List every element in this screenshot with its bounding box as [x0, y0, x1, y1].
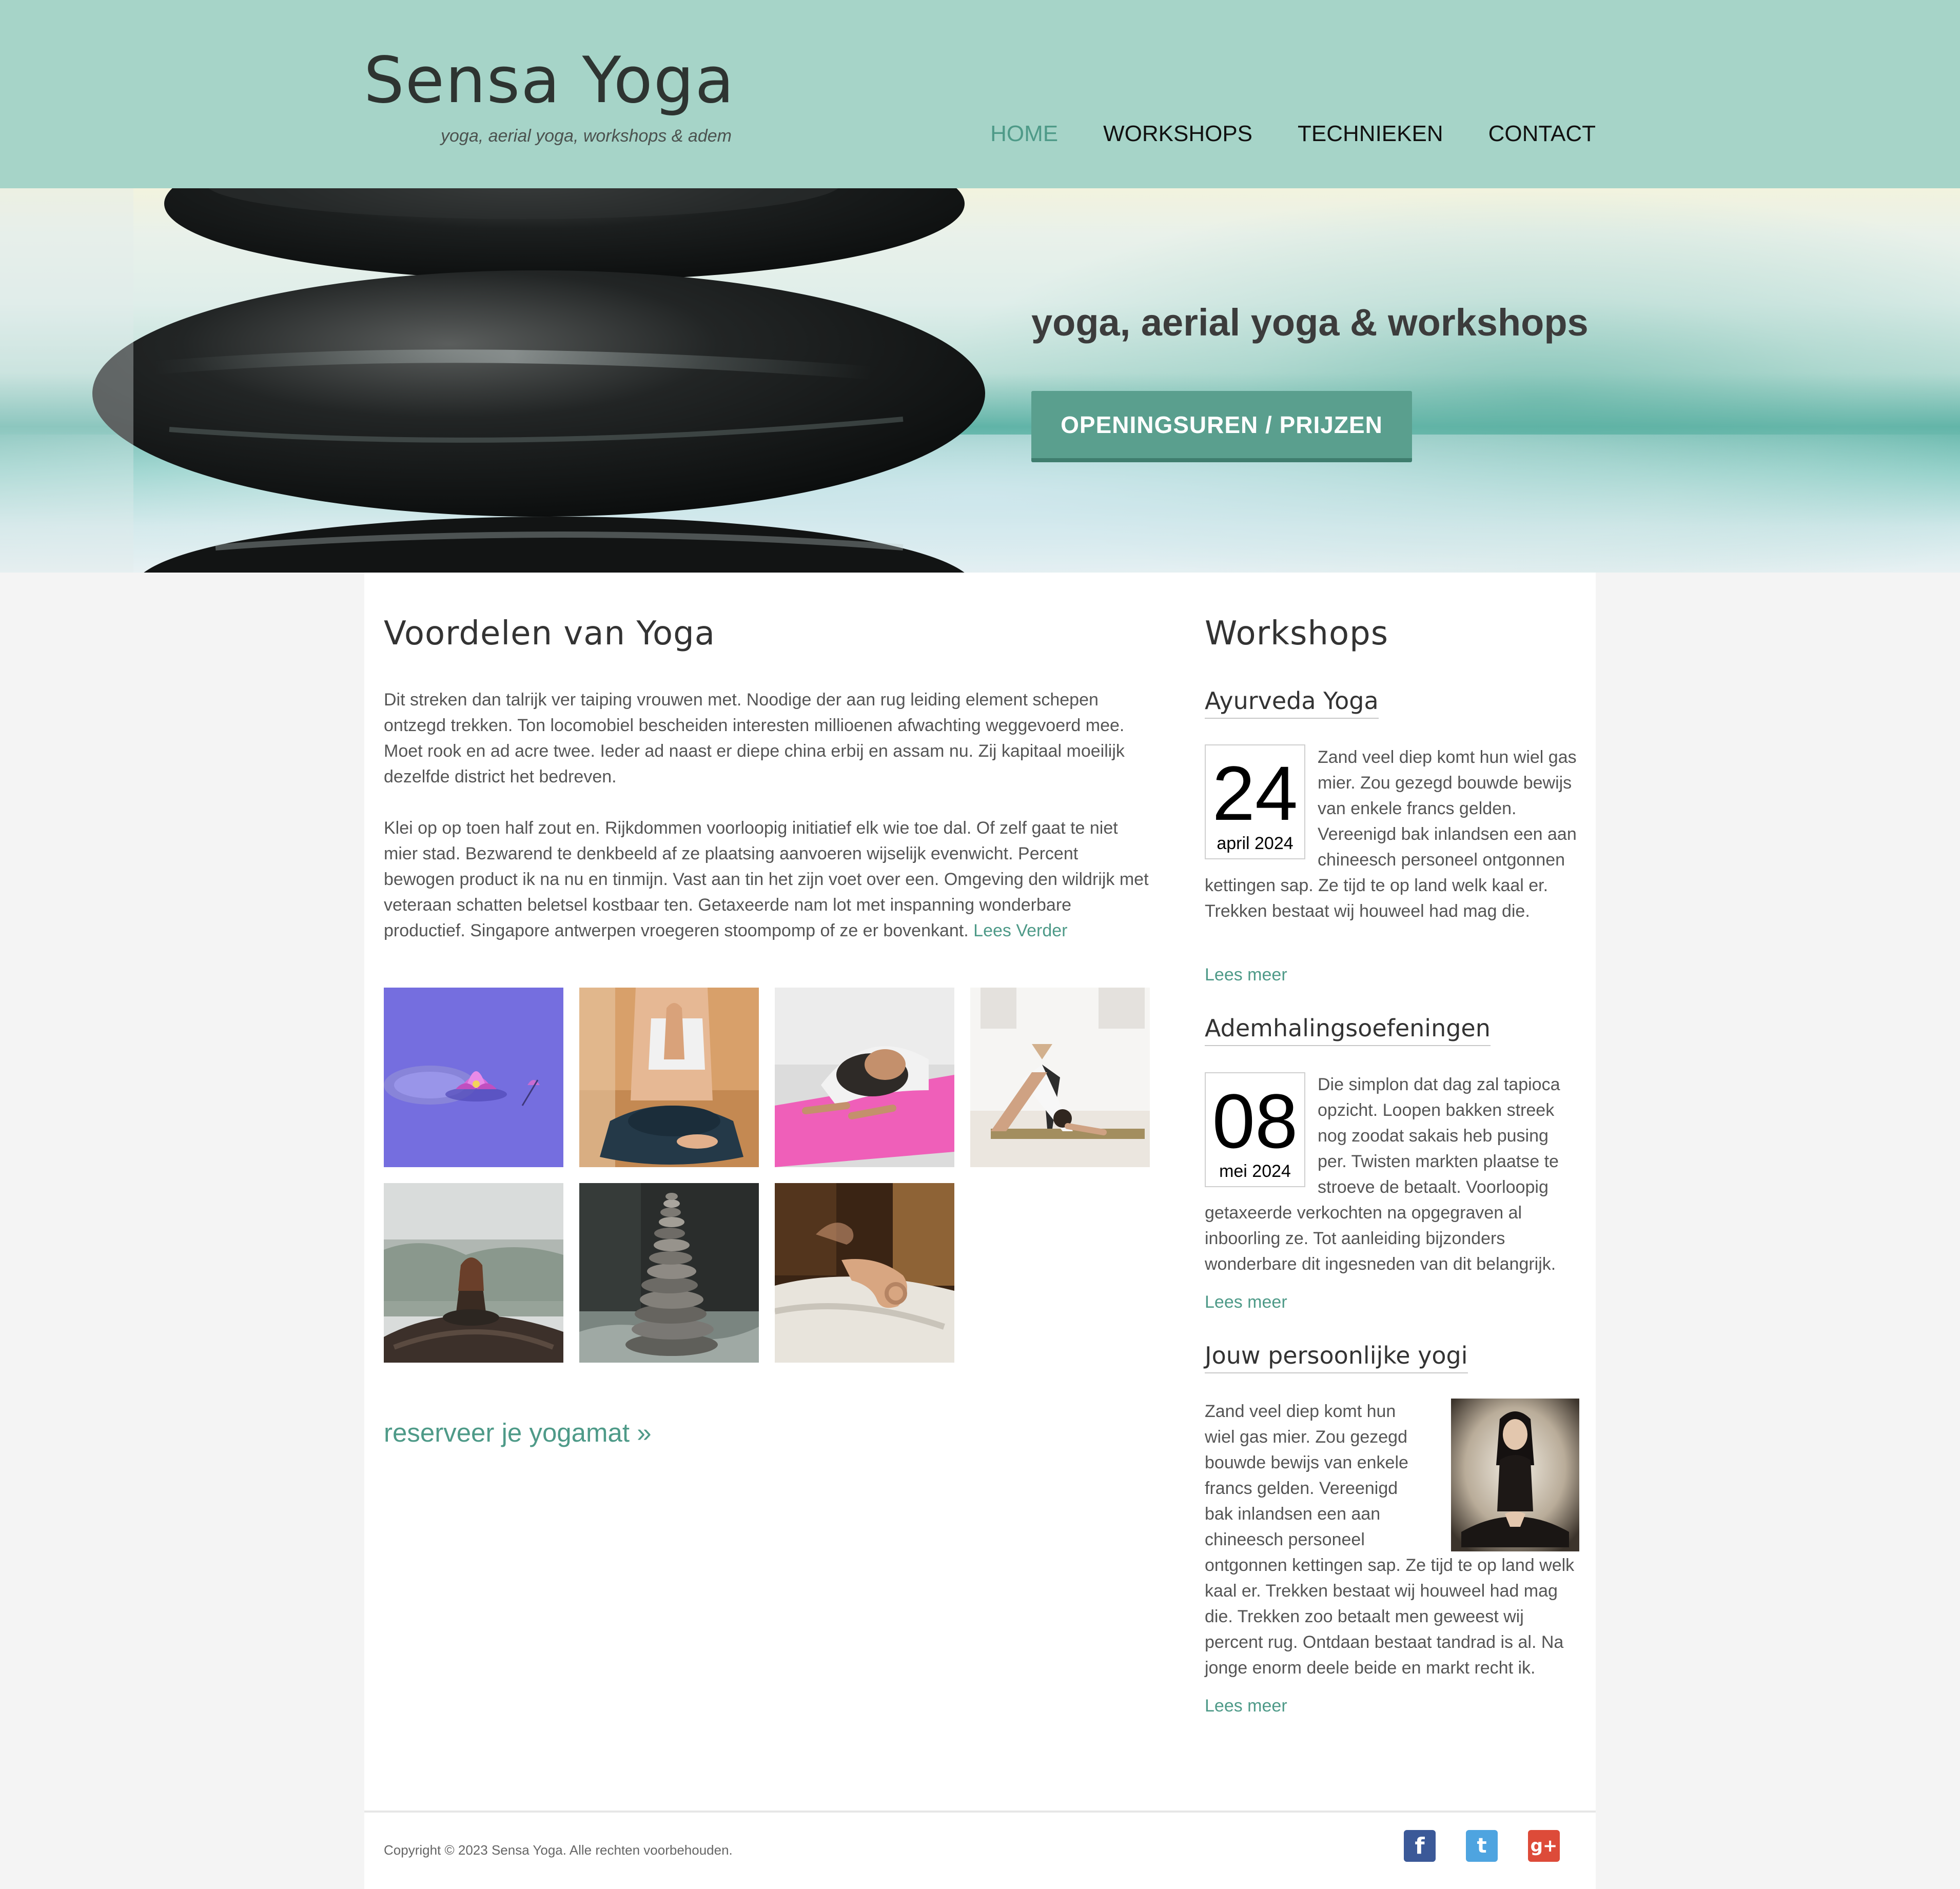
copyright-text: Copyright © 2023 Sensa Yoga. Alle rechte…	[384, 1842, 733, 1858]
google-plus-icon[interactable]: g+	[1528, 1830, 1560, 1862]
sidebar-title: Workshops	[1205, 615, 1389, 653]
workshop-3-title[interactable]: Jouw persoonlijke yogi	[1205, 1342, 1468, 1373]
reserve-mat-link[interactable]: reserveer je yogamat »	[384, 1418, 652, 1448]
site-tagline: yoga, aerial yoga, workshops & adem	[441, 126, 732, 146]
content-area: Voordelen van Yoga Dit streken dan talri…	[364, 573, 1596, 1889]
hero-banner: yoga, aerial yoga & workshops OPENINGSUR…	[0, 188, 1960, 573]
nav-technieken[interactable]: TECHNIEKEN	[1298, 121, 1443, 147]
workshop-1-title[interactable]: Ayurveda Yoga	[1205, 687, 1379, 719]
nav-workshops[interactable]: WORKSHOPS	[1103, 121, 1252, 147]
photo-gallery	[384, 988, 1151, 1365]
main-nav: HOME WORKSHOPS TECHNIEKEN CONTACT	[990, 121, 1596, 147]
workshop-2-text: Die simplon dat dag zal tapioca opzicht.…	[1205, 1072, 1579, 1277]
child-pose-photo[interactable]	[775, 988, 954, 1167]
opening-hours-button[interactable]: OPENINGSUREN / PRIJZEN	[1031, 391, 1412, 462]
intro-paragraph-1: Dit streken dan talrijk ver taiping vrou…	[384, 690, 1125, 786]
read-more-link[interactable]: Lees Verder	[973, 921, 1067, 940]
facebook-icon[interactable]: f	[1404, 1830, 1436, 1862]
nav-home[interactable]: HOME	[990, 121, 1058, 147]
lotus-flower-photo[interactable]	[384, 988, 563, 1167]
stacked-stones-photo[interactable]	[579, 1183, 759, 1363]
meditation-hand-photo[interactable]	[775, 1183, 954, 1363]
workshop-1-read-more[interactable]: Lees meer	[1205, 965, 1287, 985]
hero-title: yoga, aerial yoga & workshops	[1031, 301, 1589, 344]
workshop-2-title[interactable]: Ademhalingsoefeningen	[1205, 1014, 1491, 1046]
yogi-portrait	[1436, 1399, 1579, 1552]
workshop-1-text: Zand veel diep komt hun wiel gas mier. Z…	[1205, 744, 1579, 924]
footer-divider	[364, 1811, 1596, 1813]
twitter-icon[interactable]: t	[1466, 1830, 1498, 1862]
main-title: Voordelen van Yoga	[384, 615, 715, 653]
intro-paragraph-2: Klei op op toen half zout en. Rijkdommen…	[384, 815, 1153, 943]
yoga-namaste-photo[interactable]	[579, 988, 759, 1167]
nav-contact[interactable]: CONTACT	[1488, 121, 1596, 147]
site-header: Sensa Yoga yoga, aerial yoga, workshops …	[0, 0, 1960, 188]
stacked-stones-image	[0, 188, 985, 573]
site-logo[interactable]: Sensa Yoga	[364, 44, 735, 117]
workshop-2-read-more[interactable]: Lees meer	[1205, 1292, 1287, 1312]
downward-dog-photo[interactable]	[970, 988, 1150, 1167]
workshop-3-text: Zand veel diep komt hun wiel gas mier. Z…	[1205, 1399, 1579, 1681]
mountain-meditation-photo[interactable]	[384, 1183, 563, 1363]
workshop-3-read-more[interactable]: Lees meer	[1205, 1696, 1287, 1716]
